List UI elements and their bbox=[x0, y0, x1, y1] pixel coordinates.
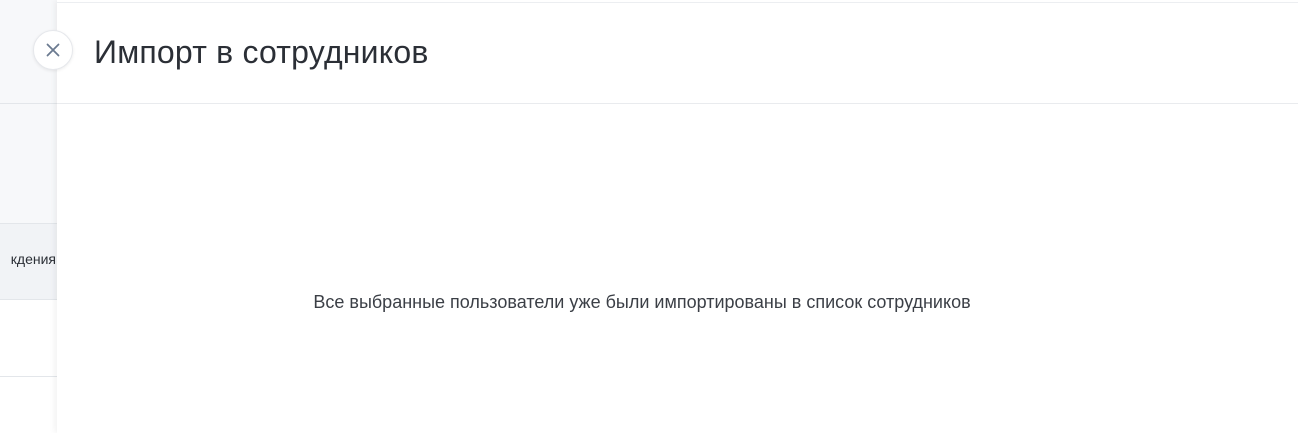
empty-state-message: Все выбранные пользователи уже были импо… bbox=[313, 292, 971, 312]
drawer-header: Импорт в сотрудников bbox=[57, 3, 1298, 104]
drawer-title: Импорт в сотрудников bbox=[94, 34, 429, 70]
table-row[interactable] bbox=[0, 300, 58, 376]
table-row[interactable] bbox=[0, 377, 58, 433]
close-icon bbox=[46, 43, 60, 57]
divider bbox=[0, 223, 60, 224]
close-button[interactable] bbox=[33, 30, 73, 70]
drawer-body: Все выбранные пользователи уже были импо… bbox=[57, 104, 1298, 433]
divider bbox=[0, 103, 60, 104]
table-header-cell: кдения bbox=[0, 224, 58, 299]
table-header-label: кдения bbox=[10, 251, 56, 267]
screen: кдения Импорт в сотрудников Все выбранны… bbox=[0, 0, 1298, 433]
import-drawer: Импорт в сотрудников Все выбранные польз… bbox=[57, 0, 1298, 433]
